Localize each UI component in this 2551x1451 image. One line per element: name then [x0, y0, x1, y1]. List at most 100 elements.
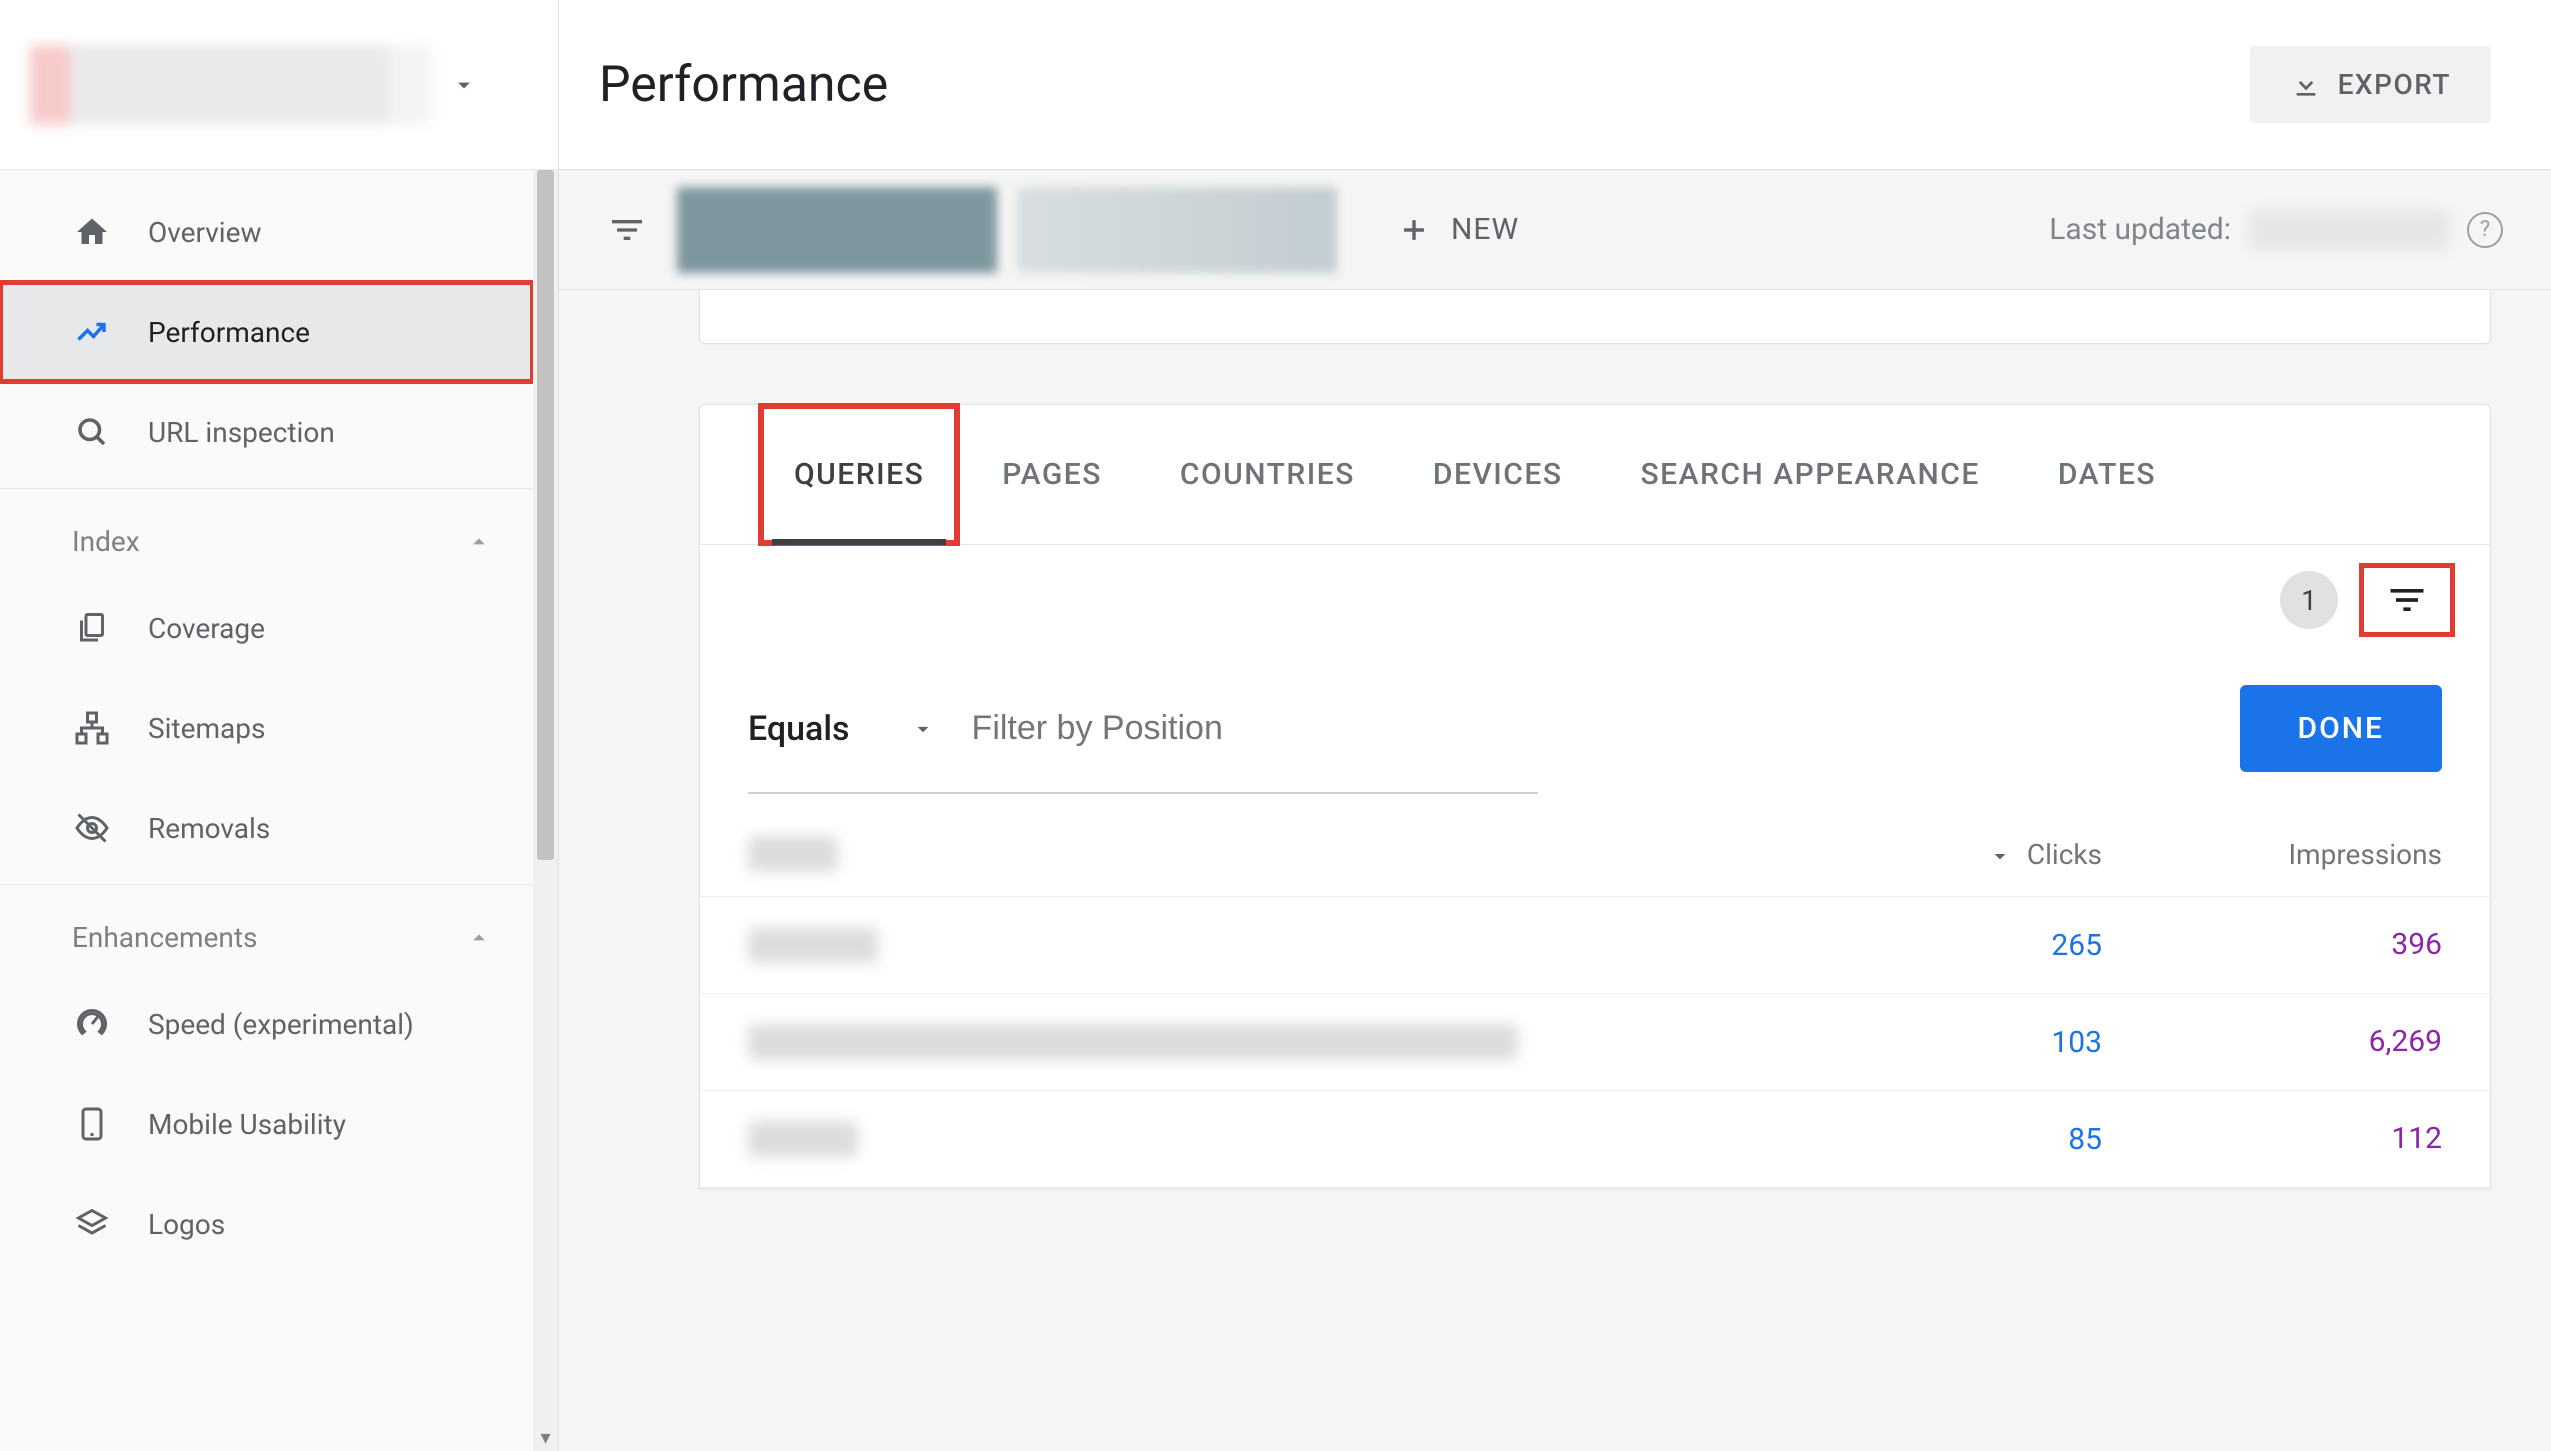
queries-card: QUERIES PAGES COUNTRIES DEVICES SEARCH A…	[699, 404, 2491, 1189]
clicks-label: Clicks	[2027, 838, 2102, 871]
add-new-filter[interactable]: NEW	[1397, 212, 1519, 247]
sidebar-item-performance[interactable]: Performance	[0, 282, 533, 382]
last-updated: Last updated: ?	[2049, 210, 2503, 250]
download-icon	[2290, 69, 2322, 101]
tab-label: QUERIES	[794, 457, 924, 492]
query-text-redacted	[748, 927, 878, 963]
export-button[interactable]: EXPORT	[2250, 46, 2491, 123]
filter-chips	[677, 187, 1337, 273]
sidebar-scrollbar[interactable]: ▾	[533, 170, 558, 1451]
input-underline	[748, 792, 1538, 794]
queries-table: Clicks Impressions 265 396 103 6,269	[700, 812, 2490, 1188]
sidebar-item-label: Mobile Usability	[148, 1108, 346, 1141]
divider	[0, 488, 533, 489]
last-updated-prefix: Last updated:	[2049, 212, 2231, 247]
tab-devices[interactable]: DEVICES	[1399, 405, 1597, 544]
caret-down-icon	[450, 71, 478, 99]
chevron-up-icon	[465, 924, 493, 952]
eye-off-icon	[72, 808, 112, 848]
tab-label: DEVICES	[1433, 457, 1563, 492]
column-header-impressions[interactable]: Impressions	[2102, 838, 2442, 871]
trending-up-icon	[72, 312, 112, 352]
sidebar-item-sitemaps[interactable]: Sitemaps	[0, 678, 533, 778]
header-label-redacted	[748, 836, 838, 872]
table-filter-top-row: 1	[700, 545, 2490, 655]
sidebar: Overview Performance URL inspection Inde…	[0, 0, 559, 1451]
tab-label: COUNTRIES	[1180, 457, 1355, 492]
filter-chip-redacted[interactable]	[1017, 187, 1337, 273]
section-title: Enhancements	[72, 921, 257, 954]
sidebar-item-label: Logos	[148, 1208, 225, 1241]
sidebar-item-label: Overview	[148, 216, 262, 249]
sidebar-item-speed[interactable]: Speed (experimental)	[0, 974, 533, 1074]
tab-pages[interactable]: PAGES	[968, 405, 1136, 544]
page-title: Performance	[599, 56, 888, 114]
property-label-redacted	[30, 45, 430, 125]
scrollbar-thumb[interactable]	[537, 170, 554, 860]
cell-query	[748, 1024, 1782, 1060]
search-icon	[72, 412, 112, 452]
filter-list-icon	[2385, 578, 2429, 622]
tab-label: DATES	[2058, 457, 2156, 492]
done-label: DONE	[2298, 711, 2385, 746]
sidebar-item-label: Coverage	[148, 612, 265, 645]
section-header-enhancements[interactable]: Enhancements	[0, 891, 533, 974]
cell-impressions: 112	[2102, 1121, 2442, 1157]
section-header-index[interactable]: Index	[0, 495, 533, 578]
column-header-query[interactable]	[748, 836, 1782, 872]
sidebar-item-mobile-usability[interactable]: Mobile Usability	[0, 1074, 533, 1174]
table-filter-button[interactable]	[2364, 568, 2450, 632]
section-title: Index	[72, 525, 140, 558]
active-filter-count[interactable]: 1	[2280, 571, 2338, 629]
tab-label: SEARCH APPEARANCE	[1641, 457, 1980, 492]
sort-descending-icon	[1987, 841, 2013, 867]
tab-search-appearance[interactable]: SEARCH APPEARANCE	[1607, 405, 2014, 544]
sidebar-nav: Overview Performance URL inspection Inde…	[0, 170, 533, 1451]
caret-down-icon	[910, 716, 936, 742]
filter-chip-redacted[interactable]	[677, 187, 997, 273]
tab-queries[interactable]: QUERIES	[760, 405, 958, 544]
column-header-clicks[interactable]: Clicks	[1782, 838, 2102, 871]
position-filter-row: Equals DONE	[700, 655, 2490, 792]
operator-label: Equals	[748, 709, 850, 749]
app-root: Overview Performance URL inspection Inde…	[0, 0, 2551, 1451]
cell-impressions: 6,269	[2102, 1024, 2442, 1060]
sidebar-item-label: Removals	[148, 812, 270, 845]
cell-query	[748, 1121, 1782, 1157]
cell-impressions: 396	[2102, 927, 2442, 963]
scroll-down-arrow-icon[interactable]: ▾	[533, 1423, 558, 1451]
export-label: EXPORT	[2338, 68, 2451, 101]
dimension-tabs: QUERIES PAGES COUNTRIES DEVICES SEARCH A…	[700, 405, 2490, 545]
cell-query	[748, 927, 1782, 963]
sidebar-item-overview[interactable]: Overview	[0, 182, 533, 282]
tab-dates[interactable]: DATES	[2024, 405, 2190, 544]
content-area: QUERIES PAGES COUNTRIES DEVICES SEARCH A…	[559, 290, 2551, 1451]
sidebar-item-url-inspection[interactable]: URL inspection	[0, 382, 533, 482]
sidebar-item-label: Speed (experimental)	[148, 1008, 414, 1041]
sidebar-item-label: URL inspection	[148, 416, 335, 449]
filter-list-icon[interactable]	[607, 210, 647, 250]
sidebar-item-removals[interactable]: Removals	[0, 778, 533, 878]
done-button[interactable]: DONE	[2240, 685, 2443, 772]
query-text-redacted	[748, 1024, 1518, 1060]
gauge-icon	[72, 1004, 112, 1044]
sidebar-item-logos[interactable]: Logos	[0, 1174, 533, 1274]
sidebar-item-label: Performance	[148, 316, 310, 349]
table-row[interactable]: 85 112	[700, 1091, 2490, 1188]
table-row[interactable]: 103 6,269	[700, 994, 2490, 1091]
tab-countries[interactable]: COUNTRIES	[1146, 405, 1389, 544]
home-icon	[72, 212, 112, 252]
sidebar-item-coverage[interactable]: Coverage	[0, 578, 533, 678]
new-label: NEW	[1451, 212, 1519, 247]
filter-operator-dropdown[interactable]: Equals	[748, 709, 936, 749]
cell-clicks: 265	[1782, 927, 2102, 963]
phone-icon	[72, 1104, 112, 1144]
property-selector[interactable]	[0, 0, 558, 170]
cell-clicks: 85	[1782, 1121, 2102, 1157]
document-copy-icon	[72, 608, 112, 648]
sidebar-item-label: Sitemaps	[148, 712, 265, 745]
help-icon[interactable]: ?	[2467, 212, 2503, 248]
position-filter-input[interactable]	[964, 697, 2212, 761]
impressions-label: Impressions	[2288, 838, 2442, 871]
table-row[interactable]: 265 396	[700, 897, 2490, 994]
